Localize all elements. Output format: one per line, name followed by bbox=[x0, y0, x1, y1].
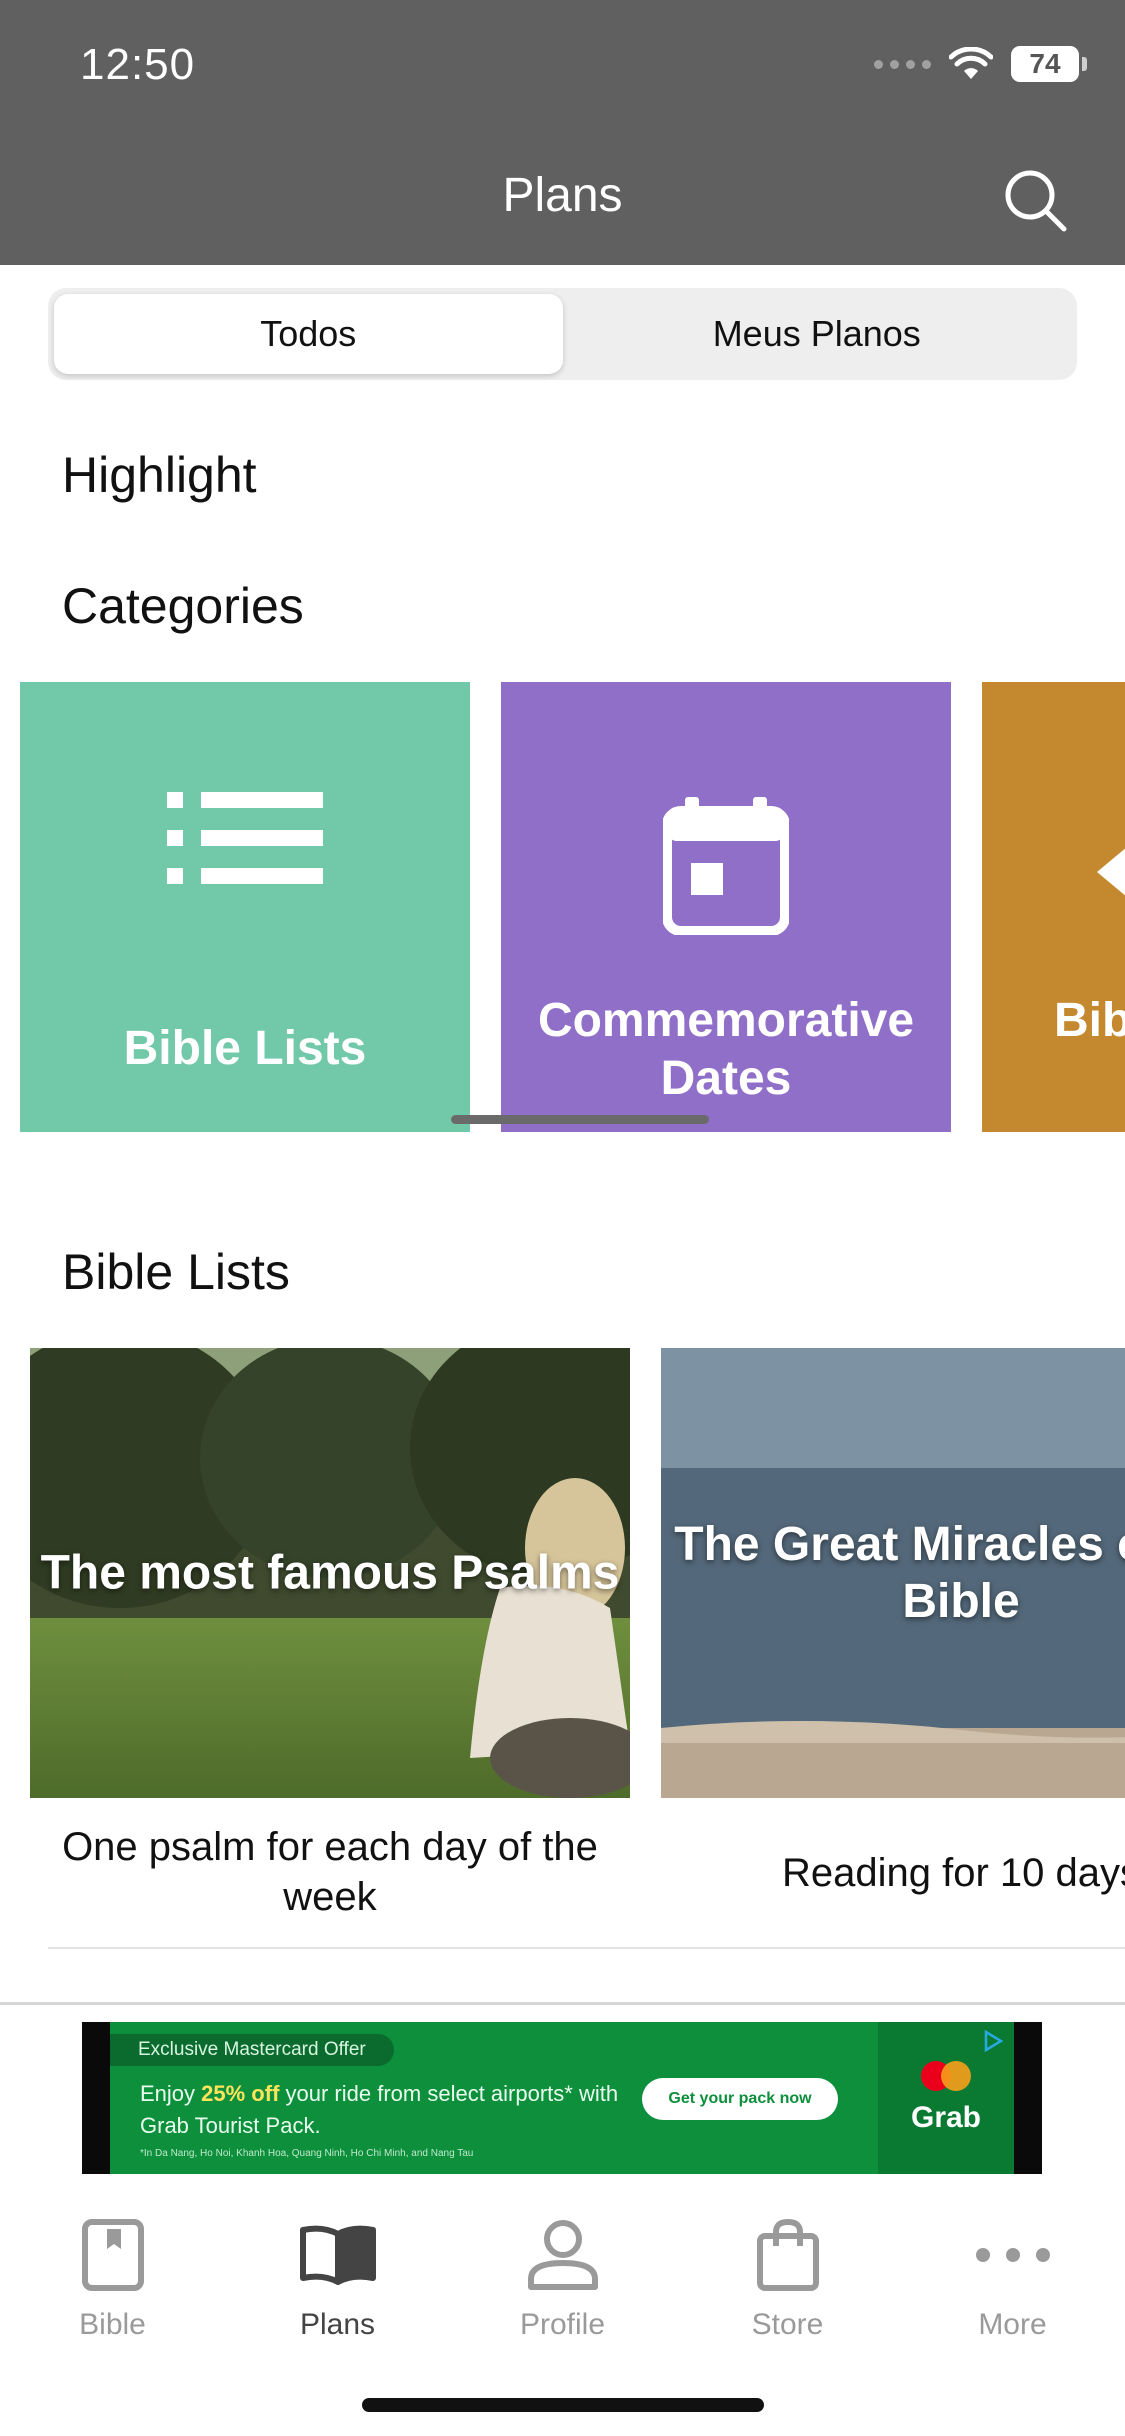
segmented-control: Todos Meus Planos bbox=[48, 288, 1077, 380]
status-icons: 74 bbox=[874, 46, 1087, 82]
search-icon bbox=[1005, 170, 1067, 232]
tab-bible[interactable]: Bible bbox=[0, 2210, 225, 2342]
tab-more[interactable]: More bbox=[900, 2210, 1125, 2342]
ad-brand-name: Grab bbox=[910, 2101, 982, 2134]
ad-banner[interactable]: Exclusive Mastercard Offer Enjoy 25% off… bbox=[82, 2022, 1042, 2174]
page-title: Plans bbox=[502, 169, 623, 222]
adchoices-icon[interactable] bbox=[980, 2028, 1006, 2054]
tab-store[interactable]: Store bbox=[675, 2210, 900, 2342]
tab-label: More bbox=[978, 2308, 1047, 2341]
list-icon bbox=[167, 792, 323, 884]
wifi-icon bbox=[949, 47, 993, 79]
signal-dots-icon bbox=[874, 59, 931, 69]
calendar-icon bbox=[663, 797, 789, 935]
categories-carousel[interactable]: Bible Lists Commemorative Dates Bible Ch… bbox=[20, 682, 1125, 1132]
tab-plans[interactable]: Plans bbox=[225, 2210, 450, 2342]
status-time: 12:50 bbox=[80, 40, 196, 89]
plan-card-miracles[interactable]: The Great Miracles of the Bible Reading … bbox=[661, 1348, 1125, 1898]
carousel-scroll-indicator bbox=[451, 1115, 709, 1124]
tab-label: Profile bbox=[519, 2308, 606, 2341]
tab-label: Store bbox=[751, 2308, 824, 2341]
tab-meus-planos[interactable]: Meus Planos bbox=[563, 294, 1072, 374]
ad-text: Enjoy 25% off your ride from select airp… bbox=[140, 2081, 619, 2138]
bible-lists-heading: Bible Lists bbox=[62, 1244, 290, 1300]
tab-profile[interactable]: Profile bbox=[450, 2210, 675, 2342]
plan-image: The most famous Psalms bbox=[30, 1348, 630, 1798]
more-dots-icon bbox=[975, 2248, 1050, 2262]
plan-image: The Great Miracles of the Bible bbox=[661, 1348, 1125, 1798]
battery-level: 74 bbox=[1029, 48, 1061, 79]
ad-badge: Exclusive Mastercard Offer bbox=[110, 2034, 394, 2066]
plan-title: The Great Miracles of the Bible bbox=[674, 1518, 1125, 1628]
plan-card-psalms[interactable]: The most famous Psalms One psalm for eac… bbox=[30, 1348, 630, 1922]
open-book-icon bbox=[299, 2225, 376, 2285]
tab-todos[interactable]: Todos bbox=[54, 294, 563, 374]
divider bbox=[48, 1947, 1125, 1949]
battery-icon: 74 bbox=[1011, 46, 1087, 82]
bible-book-icon bbox=[81, 2219, 144, 2291]
highlight-heading: Highlight bbox=[62, 447, 257, 503]
person-icon bbox=[527, 2220, 598, 2290]
category-card-bible-lists[interactable]: Bible Lists bbox=[20, 682, 470, 1132]
plans-carousel[interactable]: The most famous Psalms One psalm for eac… bbox=[30, 1348, 1125, 1948]
plan-description: Reading for 10 days bbox=[781, 1851, 1125, 1895]
bible-character-icon bbox=[1097, 848, 1125, 896]
category-label: Bible Characters bbox=[1054, 994, 1125, 1047]
search-button[interactable] bbox=[995, 160, 1075, 240]
plan-description: One psalm for each day of the week bbox=[62, 1825, 598, 1919]
shopping-bag-icon bbox=[756, 2218, 819, 2291]
category-label: Bible Lists bbox=[123, 1022, 367, 1075]
mastercard-logo-icon bbox=[921, 2061, 971, 2091]
app-header: 12:50 74 Plans bbox=[0, 0, 1125, 265]
tab-label: Plans bbox=[299, 2308, 376, 2341]
categories-heading: Categories bbox=[62, 578, 304, 634]
category-card-commemorative-dates[interactable]: Commemorative Dates bbox=[501, 682, 951, 1132]
category-label: Commemorative Dates bbox=[537, 994, 915, 1105]
category-card-bible-characters[interactable]: Bible Characters bbox=[982, 682, 1125, 1132]
ad-cta-button[interactable]: Get your pack now bbox=[642, 2078, 838, 2120]
home-indicator bbox=[362, 2398, 764, 2412]
ad-fine-print: *In Da Nang, Ho Noi, Khanh Hoa, Quang Ni… bbox=[140, 2148, 474, 2159]
tab-label: Bible bbox=[79, 2308, 146, 2341]
plan-title: The most famous Psalms bbox=[40, 1546, 620, 1600]
